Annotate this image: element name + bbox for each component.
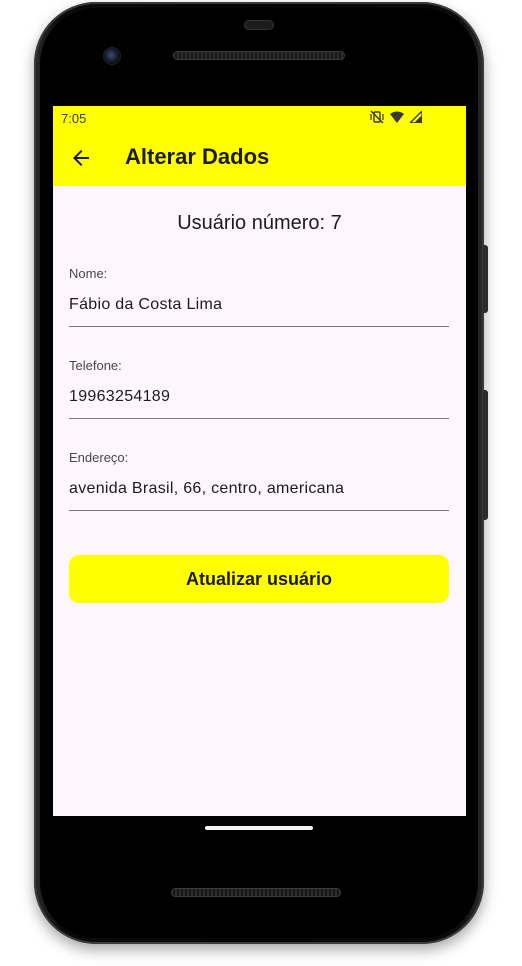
home-indicator[interactable]	[205, 826, 313, 830]
address-field: Endereço:	[69, 450, 449, 511]
front-camera	[104, 48, 120, 64]
address-input[interactable]	[69, 480, 449, 511]
navigation-bar	[53, 816, 466, 860]
user-number-label: Usuário número: 7	[177, 212, 342, 234]
page-title: Alterar Dados	[125, 144, 270, 169]
phone-field: Telefone:	[69, 358, 449, 419]
phone-label: Telefone:	[69, 358, 122, 373]
address-label: Endereço:	[69, 450, 129, 465]
phone-input[interactable]	[69, 388, 449, 419]
volume-button	[483, 245, 488, 313]
status-bar: 7:05	[53, 106, 466, 130]
app-screen: 7:05 Alterar Dados Usuário número: 7 Nom…	[53, 106, 466, 816]
name-input[interactable]	[69, 296, 449, 327]
name-field: Nome:	[69, 266, 449, 327]
status-time: 7:05	[61, 111, 87, 126]
top-sensor	[244, 20, 274, 30]
wifi-icon	[390, 111, 404, 123]
bottom-speaker	[171, 888, 341, 897]
name-label: Nome:	[69, 266, 108, 281]
app-bar: Alterar Dados	[53, 130, 466, 186]
earpiece-speaker	[173, 51, 345, 60]
update-user-button[interactable]: Atualizar usuário	[69, 555, 449, 603]
signal-icon	[410, 111, 422, 123]
vibrate-off-icon	[370, 110, 384, 124]
status-icons	[370, 110, 422, 124]
power-button	[483, 390, 488, 520]
arrow-back-icon[interactable]	[69, 146, 93, 170]
